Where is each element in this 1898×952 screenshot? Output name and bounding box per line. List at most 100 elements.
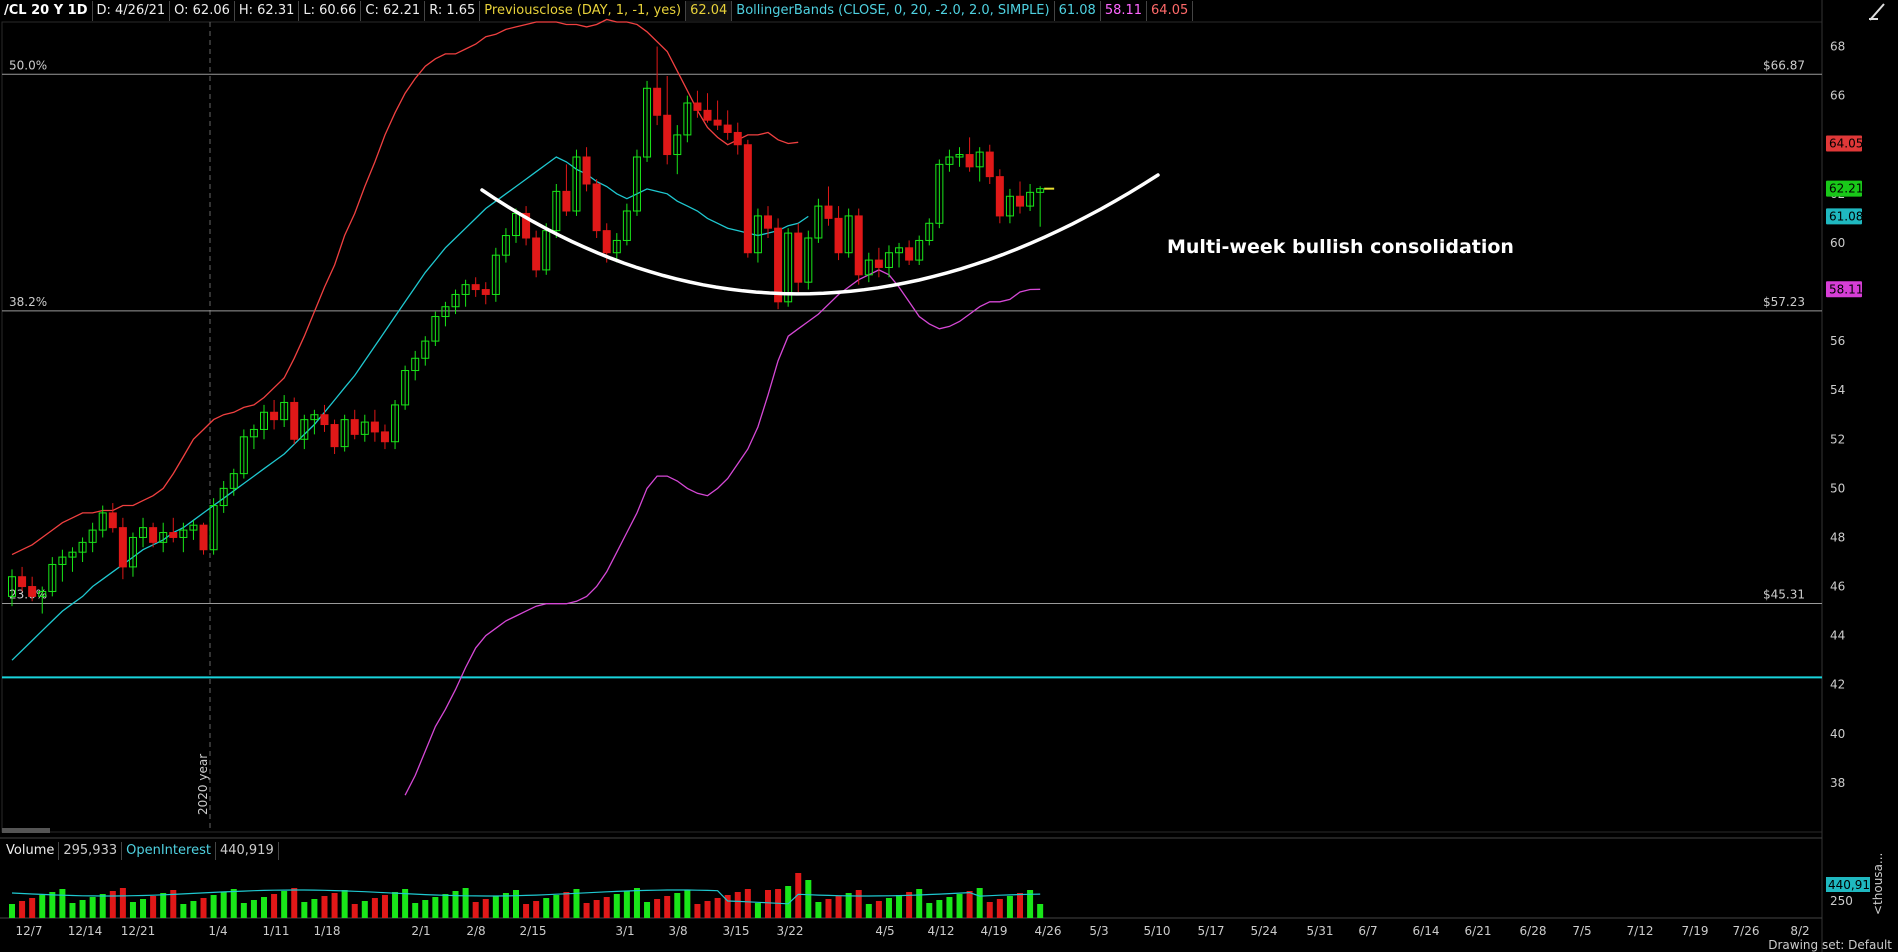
date-tick-label: 1/18 bbox=[314, 924, 341, 938]
candle-body bbox=[622, 210, 631, 241]
volume-bar bbox=[109, 891, 116, 918]
volume-bar bbox=[140, 899, 147, 918]
fib-levels: 50.0% $66.87 38.2% $57.23 23.6% $45.31 bbox=[2, 58, 1822, 604]
candle-body bbox=[673, 134, 682, 156]
drawing-set-label[interactable]: Drawing set: Default bbox=[1768, 938, 1892, 952]
open-interest-value: 440,919 bbox=[216, 842, 279, 860]
year-label: 2020 year bbox=[196, 754, 210, 815]
price-tick-label: 38 bbox=[1830, 776, 1845, 790]
volume-bar bbox=[210, 895, 217, 918]
volume-bar bbox=[311, 899, 318, 918]
candle bbox=[189, 520, 198, 540]
candle-body bbox=[149, 527, 158, 543]
date-tick-label: 1/4 bbox=[208, 924, 227, 938]
candle bbox=[219, 481, 228, 513]
candle bbox=[864, 252, 873, 283]
price-chart[interactable]: 2020 year 50.0% $66.87 38.2% $57.23 23.6% $45… bbox=[0, 0, 1898, 952]
volume-bar bbox=[331, 893, 338, 918]
candle-body bbox=[280, 401, 289, 421]
candle-body bbox=[239, 436, 248, 475]
candle-body bbox=[612, 239, 621, 254]
candle-body bbox=[572, 156, 581, 212]
candle bbox=[925, 218, 934, 246]
volume-bar bbox=[422, 900, 429, 918]
candle bbox=[602, 223, 611, 263]
candle bbox=[592, 179, 601, 238]
prevclose-study-label[interactable]: Previousclose (DAY, 1, -1, yes) bbox=[480, 1, 687, 21]
symbol-label[interactable]: /CL 20 Y 1D bbox=[0, 1, 93, 21]
lower-band-line bbox=[404, 269, 1041, 796]
volume-bar bbox=[301, 902, 308, 918]
bollinger-study-label[interactable]: BollingerBands (CLOSE, 0, 20, -2.0, 2.0,… bbox=[732, 1, 1055, 21]
candle bbox=[965, 137, 974, 172]
volume-oi-badge: 440,919 bbox=[1826, 877, 1878, 892]
candle bbox=[663, 76, 672, 165]
candle bbox=[884, 245, 893, 278]
bollinger-bands bbox=[11, 18, 1041, 796]
candle bbox=[622, 203, 631, 246]
volume-label[interactable]: Volume bbox=[2, 842, 60, 860]
candle-body bbox=[844, 215, 853, 254]
volume-bar bbox=[39, 895, 46, 918]
candle bbox=[552, 184, 561, 238]
volume-bar bbox=[1006, 896, 1013, 918]
price-tick-label: 42 bbox=[1830, 678, 1845, 692]
open-interest-label[interactable]: OpenInterest bbox=[122, 842, 216, 860]
volume-bar bbox=[250, 900, 257, 918]
volume-bar bbox=[684, 890, 691, 918]
volume-bar bbox=[513, 890, 519, 918]
volume-bar bbox=[613, 894, 620, 918]
volume-bar bbox=[654, 899, 661, 918]
volume-bar bbox=[432, 897, 439, 918]
price-tick-label: 58 bbox=[1830, 285, 1845, 299]
date-tick-label: 1/11 bbox=[263, 924, 290, 938]
candle bbox=[632, 149, 641, 216]
candle bbox=[118, 517, 127, 580]
candle-body bbox=[159, 532, 168, 543]
candle-body bbox=[945, 156, 954, 165]
candle-body bbox=[471, 284, 480, 291]
volume-bar bbox=[381, 895, 388, 918]
candle-body bbox=[925, 222, 934, 241]
candle bbox=[98, 505, 107, 538]
candle-body bbox=[562, 190, 571, 212]
candle bbox=[401, 365, 410, 410]
candle bbox=[471, 277, 480, 297]
candle-body bbox=[582, 156, 591, 185]
price-tick-label: 52 bbox=[1830, 432, 1845, 446]
volume-bar bbox=[593, 900, 600, 918]
candle bbox=[139, 517, 148, 548]
candle bbox=[733, 122, 742, 155]
candle-body bbox=[784, 232, 793, 303]
candle bbox=[753, 208, 762, 263]
volume-bar bbox=[896, 895, 903, 918]
volume-bar bbox=[906, 892, 913, 918]
volume-bar bbox=[523, 904, 530, 918]
fib-price-label: $66.87 bbox=[1763, 58, 1805, 72]
volume-bar bbox=[956, 894, 963, 918]
candle-body bbox=[421, 340, 430, 359]
candle bbox=[774, 218, 783, 310]
candle bbox=[68, 547, 77, 572]
price-tick-label: 48 bbox=[1830, 530, 1845, 544]
candle bbox=[1005, 188, 1014, 224]
candle bbox=[310, 409, 319, 435]
date-tick-label: 5/3 bbox=[1089, 924, 1108, 938]
candle bbox=[824, 186, 833, 226]
candle bbox=[532, 230, 541, 278]
drawing-tool-icon[interactable] bbox=[1866, 2, 1888, 22]
candle-body bbox=[189, 524, 198, 531]
candle-body bbox=[209, 505, 218, 551]
candle-body bbox=[824, 205, 833, 219]
candle bbox=[300, 414, 309, 450]
volume-bar bbox=[855, 890, 862, 918]
candle bbox=[431, 311, 440, 346]
candle bbox=[945, 149, 954, 172]
candle bbox=[1026, 184, 1035, 211]
candle bbox=[391, 400, 400, 450]
volume-value: 295,933 bbox=[59, 842, 123, 860]
volume-bar bbox=[160, 893, 167, 918]
candle-body bbox=[249, 428, 258, 438]
candle-body bbox=[522, 212, 531, 239]
candle-body bbox=[884, 252, 893, 268]
